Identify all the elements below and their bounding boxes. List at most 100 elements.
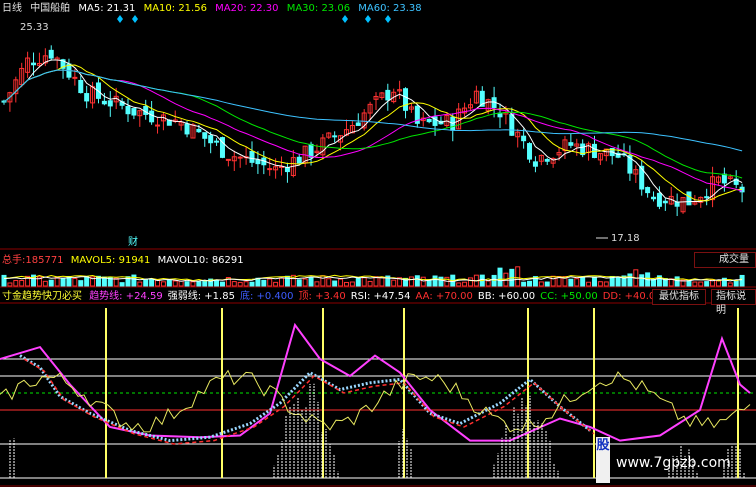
ma10-line — [3, 64, 743, 202]
volume-bar — [320, 275, 326, 287]
candle-body — [521, 135, 527, 142]
best-indicator-button[interactable]: 最优指标 — [652, 289, 706, 305]
candle-body — [662, 200, 668, 204]
volume-bar — [497, 267, 503, 287]
ma60-value: MA60: 23.38 — [358, 3, 422, 14]
signal-diamond-icon — [342, 15, 348, 23]
volume-bar — [704, 281, 710, 287]
volume-bar — [166, 279, 172, 287]
indicator-item-3: 顶: +3.40 — [298, 291, 346, 302]
ma5-line — [3, 59, 743, 203]
signal-diamond-icon — [132, 15, 138, 23]
volume-bar — [19, 279, 25, 287]
ma20-value: MA20: 22.30 — [215, 3, 279, 14]
volume-bar — [527, 280, 533, 287]
volume-bar — [172, 280, 178, 287]
volume-bar — [733, 280, 739, 287]
candle-body — [78, 79, 84, 94]
indicator-help-button[interactable]: 指标说明 — [711, 289, 756, 316]
indicator-item-4: RSI: +47.54 — [350, 291, 411, 302]
period-label[interactable]: 日线 — [2, 3, 22, 14]
volume-bar — [54, 276, 60, 287]
candle-body — [184, 123, 190, 135]
signal-diamond-icon — [117, 15, 123, 23]
candle-body — [84, 93, 90, 102]
ma5-value: MA5: 21.31 — [78, 3, 136, 14]
volume-bar — [586, 281, 592, 287]
signal-diamond-icon — [365, 15, 371, 23]
volume-bar — [391, 279, 397, 287]
volume-bar — [237, 281, 243, 287]
indicator-item-7: CC: +50.00 — [540, 291, 598, 302]
candle-body — [214, 140, 220, 143]
volume-bar — [143, 278, 149, 287]
candle-body — [332, 135, 338, 138]
volume-bar — [326, 278, 332, 287]
volume-bar — [414, 275, 420, 287]
volume-bar — [338, 278, 344, 287]
volume-bar — [78, 280, 84, 287]
volume-bar — [84, 276, 90, 287]
volume-bar — [296, 279, 302, 287]
indicator-name[interactable]: 寸金趋势快刀必买 — [2, 291, 82, 302]
candle-body — [686, 191, 692, 206]
candle-body — [208, 135, 214, 144]
volume-bar — [408, 276, 414, 287]
candle-body — [544, 158, 550, 162]
candle-body — [72, 76, 78, 79]
volume-bar — [438, 276, 444, 287]
candle-body — [155, 124, 161, 127]
candle-body — [385, 89, 391, 101]
finance-event-badge[interactable]: 财 — [128, 237, 138, 249]
ma30-value: MA30: 23.06 — [286, 3, 351, 14]
candle-body — [202, 132, 208, 139]
volume-bar — [343, 281, 349, 287]
candle-body — [296, 156, 302, 164]
candle-body — [509, 114, 515, 136]
volume-bar — [568, 278, 574, 287]
volume-bar — [355, 277, 361, 287]
mavol5-value: MAVOL5: 91941 — [70, 255, 151, 266]
candle-body — [196, 128, 202, 133]
volume-bar — [591, 276, 597, 287]
volume-bar — [603, 281, 609, 287]
volume-indicator-button[interactable]: 成交量 — [694, 252, 756, 268]
stock-chart-window[interactable]: 日线 中国船舶 MA5: 21.31 MA10: 21.56 MA20: 22.… — [0, 0, 756, 487]
volume-bar — [72, 278, 78, 287]
volume-bar — [60, 278, 66, 287]
indicator-item-1: 强弱线: +1.85 — [167, 291, 235, 302]
volume-bar — [379, 276, 385, 287]
volume-bar — [715, 280, 721, 287]
candle-body — [125, 106, 131, 115]
volume-bar — [651, 279, 657, 287]
indicator-legend: 寸金趋势快刀必买 趋势线: +24.59 强弱线: +1.85 底: +0.400 顶… — [2, 291, 677, 303]
volume-bar — [184, 281, 190, 287]
candle-body — [721, 173, 727, 184]
volume-bar — [178, 280, 184, 287]
volume-legend: 总手:185771 MAVOL5: 91941 MAVOL10: 86291 — [2, 255, 244, 267]
volume-bar — [42, 280, 48, 287]
volume-bar — [674, 276, 680, 287]
volume-bar — [615, 277, 621, 287]
volume-bar — [249, 281, 255, 287]
volume-bar — [279, 277, 285, 287]
candle-body — [284, 167, 290, 173]
indicator-item-2: 底: +0.400 — [239, 291, 294, 302]
price-high-label: 25.33 — [20, 22, 49, 33]
mavol10-value: MAVOL10: 86291 — [157, 255, 244, 266]
indicator-item-0: 趋势线: +24.59 — [89, 291, 163, 302]
volume-bar — [219, 281, 225, 287]
candle-body — [568, 142, 574, 146]
volume-bar — [302, 278, 308, 287]
volume-bar — [131, 274, 137, 287]
total-volume-label: 总手: — [2, 255, 26, 266]
volume-bar — [727, 282, 733, 287]
candle-body — [267, 168, 273, 171]
bottom-dashed-line — [23, 358, 595, 445]
candle-body — [101, 100, 107, 105]
volume-bar — [7, 282, 13, 287]
ma10-value: MA10: 21.56 — [143, 3, 207, 14]
candle-body — [355, 122, 361, 126]
candle-body — [532, 161, 538, 167]
chart-canvas[interactable] — [0, 0, 756, 487]
